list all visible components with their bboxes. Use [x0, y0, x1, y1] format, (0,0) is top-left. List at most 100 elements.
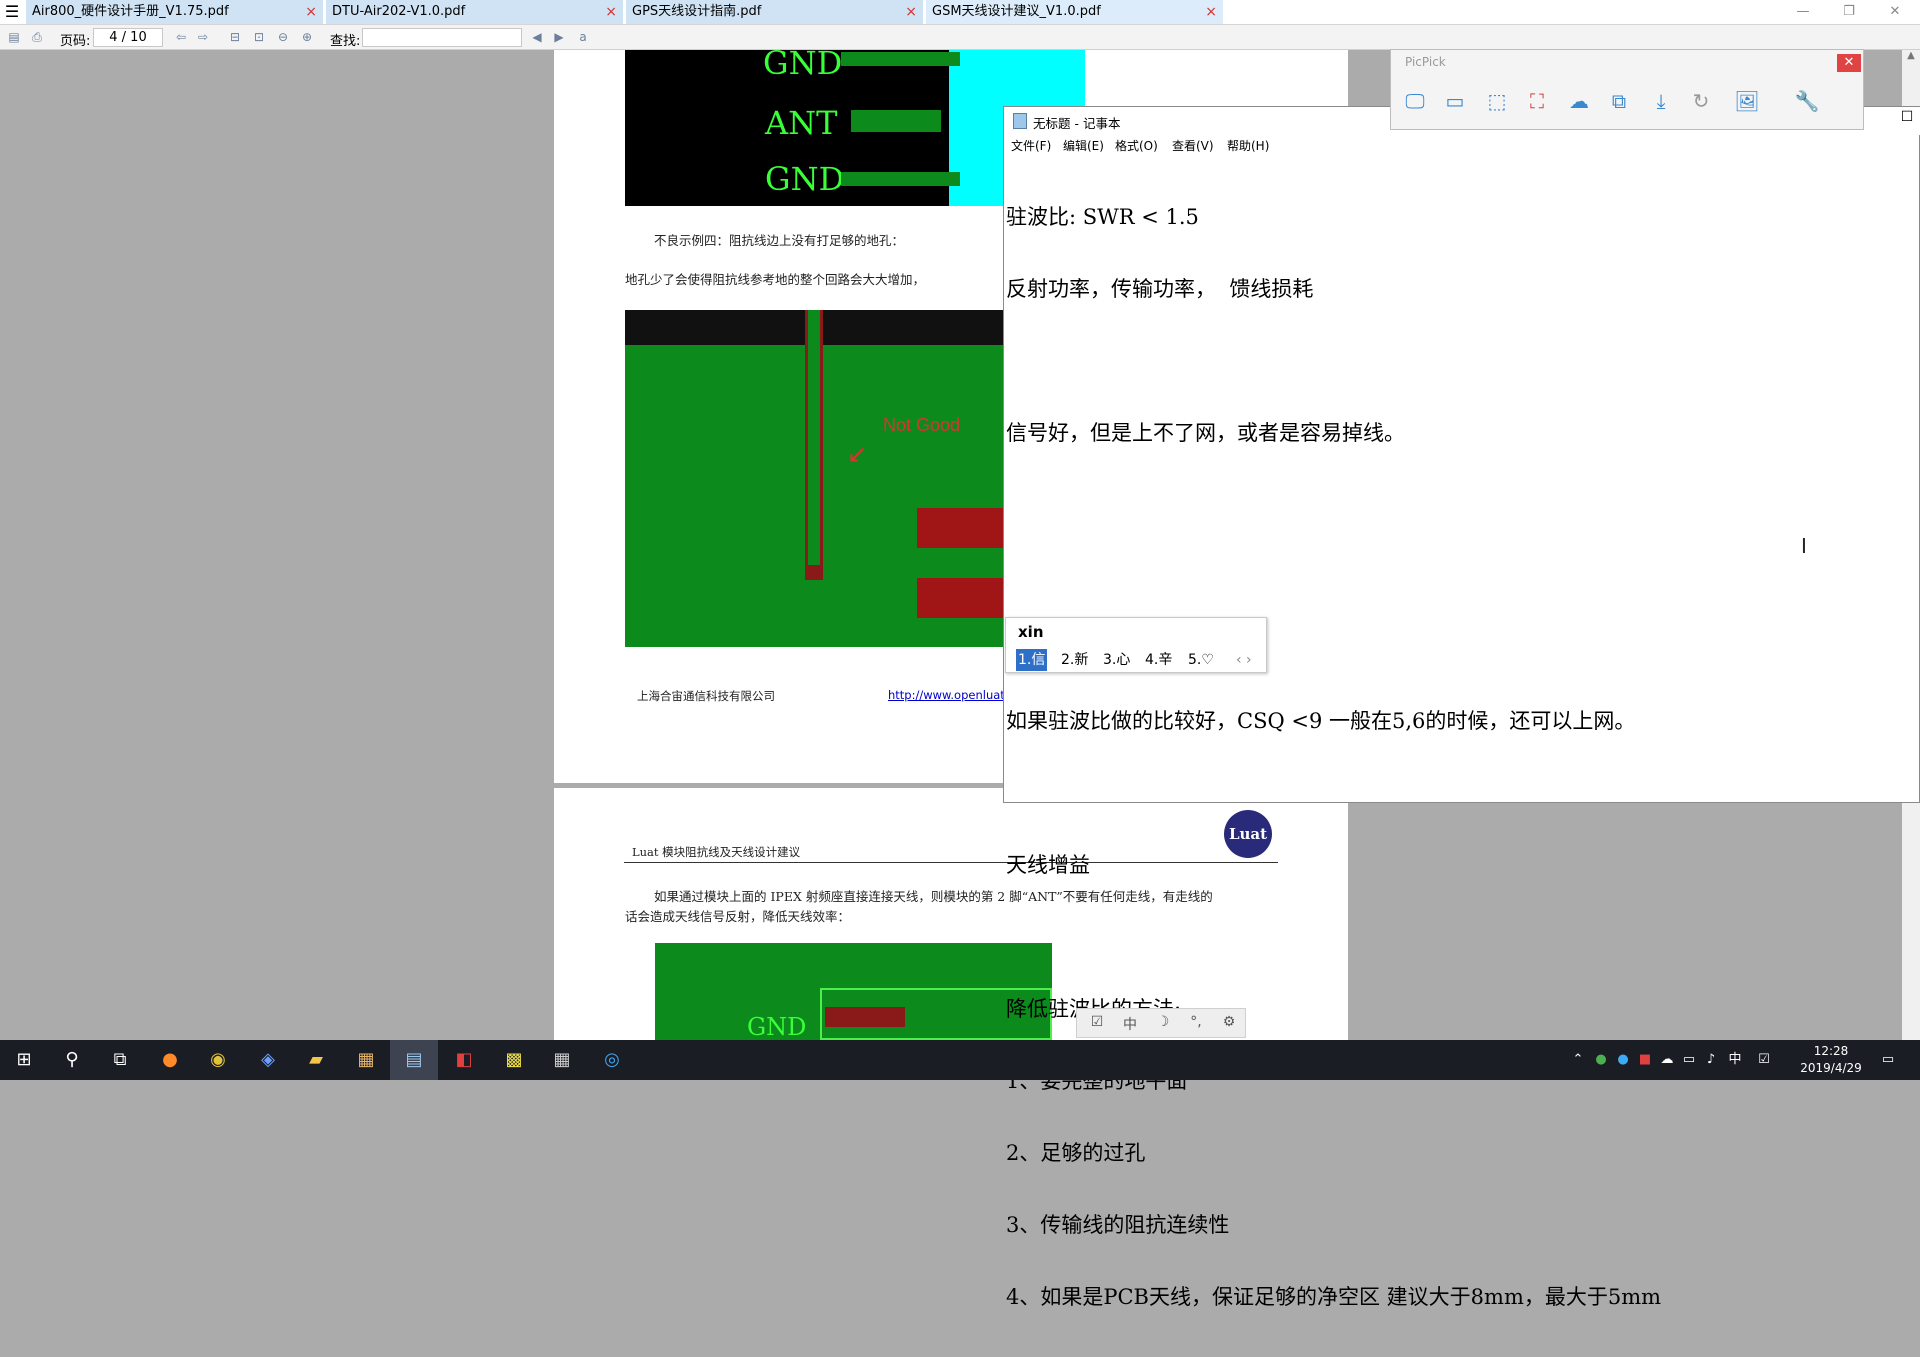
company-link[interactable]: http://www.openluat.c [888, 688, 1015, 702]
fit-page-icon[interactable]: ⊡ [250, 29, 268, 46]
match-case-icon[interactable]: a [574, 29, 592, 46]
find-next-icon[interactable]: ▶ [550, 29, 568, 46]
ant-label: ANT [765, 104, 838, 142]
tab-gps[interactable]: GPS天线设计指南.pdf × [626, 0, 924, 24]
tab-label: GPS天线设计指南.pdf [632, 4, 762, 19]
gear-icon[interactable]: ⚙ [1217, 1014, 1241, 1034]
fit-width-icon[interactable]: ⊟ [226, 29, 244, 46]
checkbox-icon[interactable]: ☑ [1085, 1014, 1109, 1034]
zoom-in-icon[interactable]: ⊕ [298, 29, 316, 46]
task-view-icon[interactable]: ⧉ [96, 1040, 144, 1080]
tab-gsm-active[interactable]: GSM天线设计建议_V1.0.pdf × [926, 0, 1224, 24]
scroll-up-icon[interactable]: ▲ [1902, 50, 1920, 61]
pcb-antenna-image: GND ANT GND [625, 44, 961, 206]
page-number-input[interactable]: 4 / 10 [93, 28, 163, 47]
ime-chinese-mode[interactable]: 中 [1118, 1014, 1142, 1034]
onedrive-icon[interactable]: ☁ [1658, 1040, 1676, 1080]
start-button[interactable]: ⊞ [0, 1040, 48, 1080]
moon-icon[interactable]: ☽ [1151, 1014, 1175, 1034]
print-icon[interactable]: ⎙ [28, 29, 46, 46]
menu-format[interactable]: 格式(O) [1115, 137, 1158, 154]
clock-date: 2019/4/29 [1800, 1061, 1862, 1075]
monitor-icon[interactable]: 🖵 [1399, 86, 1431, 116]
tools-icon[interactable]: 🔧 [1791, 86, 1823, 116]
menu-help[interactable]: 帮助(H) [1227, 137, 1269, 154]
next-page-icon[interactable]: ⇨ [194, 29, 212, 46]
window-icon[interactable]: ▭ [1439, 86, 1471, 116]
app-icon[interactable]: ◈ [244, 1040, 292, 1080]
tab-dtu-air202[interactable]: DTU-Air202-V1.0.pdf × [326, 0, 624, 24]
file-explorer-icon[interactable]: ▰ [292, 1040, 340, 1080]
calculator-icon[interactable]: ▦ [538, 1040, 586, 1080]
archive-icon[interactable]: ▦ [342, 1040, 390, 1080]
trace [841, 52, 961, 66]
trace [851, 110, 941, 132]
pdf-reader-icon[interactable]: ◧ [440, 1040, 488, 1080]
search-icon[interactable]: ⚲ [48, 1040, 96, 1080]
company-name: 上海合宙通信科技有限公司 [637, 689, 775, 703]
tab-air800[interactable]: Air800_硬件设计手册_V1.75.pdf × [26, 0, 324, 24]
freehand-icon[interactable]: ☁ [1563, 86, 1595, 116]
ime-page-nav-icon[interactable]: ‹ › [1234, 649, 1254, 671]
notepad-menubar: 文件(F) 编辑(E) 格式(O) 查看(V) 帮助(H) [1004, 135, 1920, 155]
text-line: 2、足够的过孔 [1006, 1141, 1146, 1165]
previous-page-icon[interactable]: ⇦ [172, 29, 190, 46]
menu-edit[interactable]: 编辑(E) [1063, 137, 1104, 154]
tab-label: DTU-Air202-V1.0.pdf [332, 4, 466, 19]
punctuation-icon[interactable]: °, [1184, 1014, 1208, 1034]
notification-icon[interactable]: ▭ [1876, 1040, 1900, 1080]
not-good-label: Not Good [883, 415, 961, 435]
ime-indicator[interactable]: 中 [1726, 1040, 1744, 1080]
fixed-region-icon[interactable]: ⛶ [1521, 86, 1553, 116]
volume-icon[interactable]: ♪ [1702, 1040, 1720, 1080]
tab-close-icon[interactable]: × [305, 0, 317, 24]
ime-candidate[interactable]: 5.♡ [1186, 649, 1216, 671]
clock[interactable]: 12:28 2019/4/29 [1800, 1043, 1862, 1077]
network-icon[interactable]: ▭ [1680, 1040, 1698, 1080]
ime-candidate[interactable]: 3.心 [1101, 649, 1132, 671]
picpick-window: PicPick ✕ 🖵 ▭ ⬚ ⛶ ☁ ⧉ ⤓ ↻ 🖼 🔧 [1390, 49, 1864, 130]
restore-button[interactable]: ❐ [1826, 0, 1872, 24]
gnd-label: GND [765, 160, 845, 198]
pcb-tool-icon[interactable]: ▩ [490, 1040, 538, 1080]
close-window-button[interactable]: ✕ [1872, 0, 1918, 24]
ime-candidate-selected[interactable]: 1.信 [1016, 649, 1048, 671]
zoom-out-icon[interactable]: ⊖ [274, 29, 292, 46]
minimize-button[interactable]: — [1780, 0, 1826, 24]
notepad-text-area[interactable]: 驻波比: SWR < 1.5 反射功率，传输功率， 馈线损耗 信号好，但是上不了… [1006, 157, 1906, 1309]
tray-expand-icon[interactable]: ⌃ [1570, 1040, 1586, 1080]
ime-candidate[interactable]: 4.辛 [1143, 649, 1174, 671]
tray-app-icon[interactable]: ■ [1636, 1040, 1654, 1080]
repeat-icon[interactable]: ↻ [1685, 86, 1717, 116]
download-icon[interactable]: ⤓ [1645, 86, 1677, 116]
menu-view[interactable]: 查看(V) [1172, 137, 1214, 154]
tab-close-icon[interactable]: × [1205, 0, 1217, 24]
text-line: 天线增益 [1006, 853, 1090, 877]
action-icon[interactable]: ☑ [1754, 1040, 1774, 1080]
tray-app-icon[interactable]: ● [1614, 1040, 1632, 1080]
tab-close-icon[interactable]: × [605, 0, 617, 24]
network-app-icon[interactable]: ◎ [588, 1040, 636, 1080]
pcb-not-good-image: Not Good ↙ [625, 310, 1005, 647]
find-input[interactable] [362, 28, 522, 47]
find-label: 查找: [330, 34, 361, 49]
chrome-icon[interactable]: ◉ [194, 1040, 242, 1080]
hamburger-menu-icon[interactable]: ☰ [3, 3, 21, 21]
wechat-icon[interactable]: ● [1592, 1040, 1610, 1080]
windows-taskbar: ⊞ ⚲ ⧉ ● ◉ ◈ ▰ ▦ ▤ ◧ ▩ ▦ ◎ ⌃ ● ● ■ ☁ ▭ ♪ … [0, 1040, 1920, 1080]
picpick-close-button[interactable]: ✕ [1837, 54, 1861, 72]
image-icon[interactable]: 🖼 [1731, 86, 1763, 116]
scroll-window-icon[interactable]: ⧉ [1603, 86, 1635, 116]
menu-file[interactable]: 文件(F) [1011, 137, 1051, 154]
maximize-icon[interactable]: ☐ [1897, 109, 1917, 129]
region-icon[interactable]: ⬚ [1481, 86, 1513, 116]
page-label: 页码: [60, 34, 91, 49]
pad [917, 508, 1005, 548]
find-previous-icon[interactable]: ◀ [528, 29, 546, 46]
open-file-icon[interactable]: ▤ [5, 29, 23, 46]
firefox-icon[interactable]: ● [146, 1040, 194, 1080]
ime-candidate[interactable]: 2.新 [1059, 649, 1090, 671]
tab-close-icon[interactable]: × [905, 0, 917, 24]
example-caption: 不良示例四：阻抗线边上没有打足够的地孔： [654, 233, 905, 248]
notepad-taskbar-icon[interactable]: ▤ [390, 1040, 438, 1080]
